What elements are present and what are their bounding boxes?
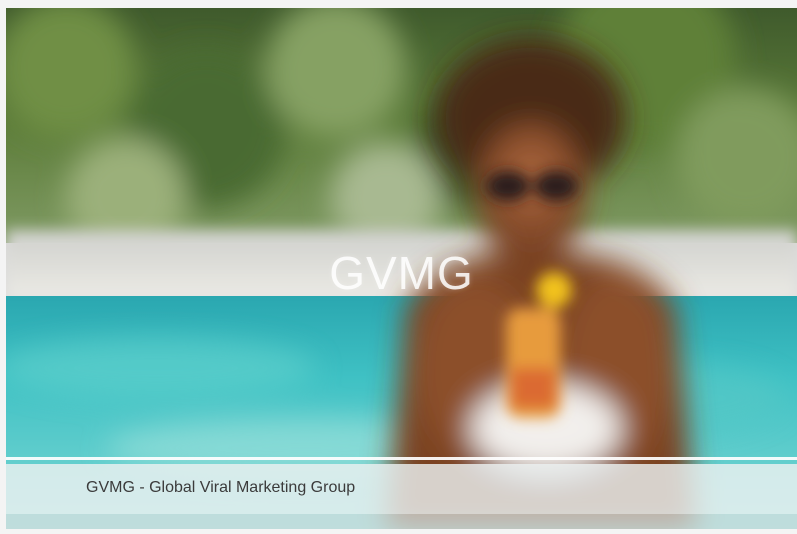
caption-bar: GVMG - Global Viral Marketing Group [6,464,797,514]
caption-divider [6,457,797,460]
hero-slide[interactable]: GVMG GVMG - Global Viral Marketing Group [6,8,797,529]
overlay-title: GVMG [329,247,474,299]
caption-text: GVMG - Global Viral Marketing Group [86,479,356,496]
caption-bottom-strip [6,514,797,529]
